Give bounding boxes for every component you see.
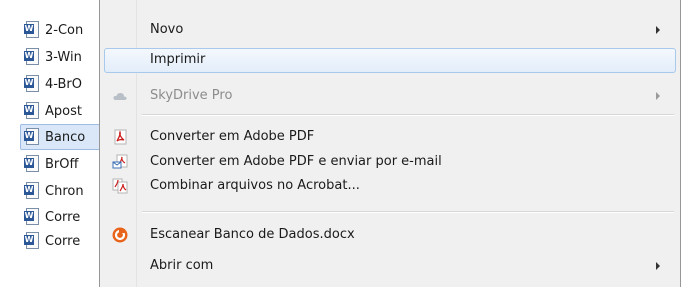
- menu-item-open-with[interactable]: Abrir com: [104, 254, 676, 278]
- word-document-icon: W: [24, 208, 40, 226]
- word-document-icon: W: [24, 21, 40, 39]
- menu-item-skydrive-pro[interactable]: SkyDrive Pro: [104, 84, 676, 108]
- menu-item-print[interactable]: Imprimir: [104, 48, 676, 73]
- context-menu: Novo Imprimir SkyDrive Pro Converter em …: [99, 0, 681, 287]
- menu-item-label: Novo: [150, 22, 184, 37]
- file-name: Banco: [45, 129, 86, 145]
- menu-item-label: Converter em Adobe PDF: [150, 129, 315, 144]
- menu-item-label: Converter em Adobe PDF e enviar por e-ma…: [150, 154, 442, 169]
- file-name: Corre: [45, 209, 81, 225]
- menu-item-convert-pdf-email[interactable]: Converter em Adobe PDF e enviar por e-ma…: [104, 150, 676, 174]
- cloud-icon: [112, 88, 128, 104]
- submenu-arrow-icon: [656, 92, 660, 100]
- word-document-icon: W: [24, 102, 40, 120]
- file-name: BrOff: [45, 156, 79, 172]
- file-name: 2-Con: [45, 22, 84, 38]
- menu-item-combine-acrobat[interactable]: Combinar arquivos no Acrobat...: [104, 174, 676, 198]
- submenu-arrow-icon: [656, 26, 660, 34]
- menu-item-label: SkyDrive Pro: [150, 88, 233, 103]
- pdf-icon: [112, 129, 128, 145]
- menu-item-label: Combinar arquivos no Acrobat...: [150, 178, 360, 193]
- acrobat-combine-icon: [112, 178, 128, 194]
- file-name: 4-BrO: [45, 76, 82, 92]
- word-document-icon: W: [24, 155, 40, 173]
- menu-item-new[interactable]: Novo: [104, 18, 676, 42]
- menu-item-label: Abrir com: [150, 258, 214, 273]
- menu-item-scan[interactable]: Escanear Banco de Dados.docx: [104, 223, 676, 247]
- word-document-icon: W: [24, 75, 40, 93]
- menu-separator: [142, 211, 674, 213]
- file-name: Chron: [45, 183, 84, 199]
- word-document-icon: W: [24, 48, 40, 66]
- file-name: Corre: [45, 233, 81, 249]
- antivirus-scan-icon: [112, 227, 128, 243]
- menu-item-label: Escanear Banco de Dados.docx: [150, 227, 355, 242]
- submenu-arrow-icon: [656, 262, 660, 270]
- file-name: Apost: [45, 103, 82, 119]
- file-list: W 2-Con W 3-Win W 4-BrO W Apost W Banco …: [0, 0, 116, 287]
- pdf-email-icon: [112, 154, 128, 170]
- word-document-icon: W: [24, 232, 40, 250]
- file-name: 3-Win: [45, 49, 82, 65]
- word-document-icon: W: [24, 182, 40, 200]
- word-document-icon: W: [24, 128, 40, 146]
- menu-separator: [142, 114, 674, 116]
- menu-item-convert-pdf[interactable]: Converter em Adobe PDF: [104, 125, 676, 149]
- menu-item-label: Imprimir: [150, 52, 206, 67]
